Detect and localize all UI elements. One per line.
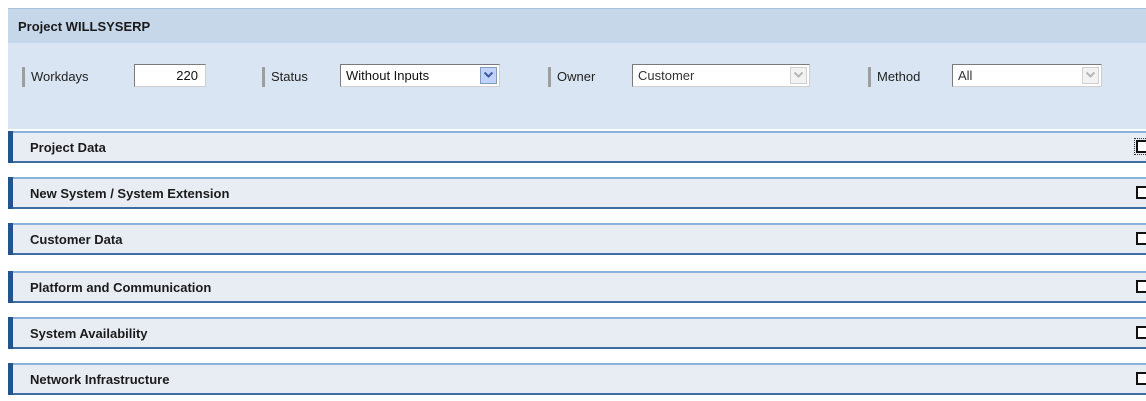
section-title: Platform and Communication (30, 280, 212, 295)
project-title: Project WILLSYSERP (18, 19, 151, 34)
method-label: Method (877, 69, 921, 84)
owner-select[interactable]: Customer (632, 64, 810, 87)
section-title: Customer Data (30, 232, 123, 247)
section-accent (8, 177, 13, 209)
chevron-down-icon[interactable] (480, 67, 497, 84)
workdays-input[interactable]: 220 (134, 64, 206, 87)
filter-separator (262, 67, 265, 87)
filter-separator (868, 67, 871, 87)
expand-toggle-icon[interactable] (1136, 186, 1146, 199)
status-filter: Status Without Inputs (262, 62, 508, 91)
expand-toggle-icon[interactable] (1136, 232, 1146, 245)
section-accent (8, 363, 13, 395)
expand-toggle-icon[interactable] (1136, 326, 1146, 339)
filter-separator (548, 67, 551, 87)
section-platform-communication[interactable]: Platform and Communication (8, 271, 1146, 303)
status-select[interactable]: Without Inputs (340, 64, 500, 87)
filter-separator (22, 67, 25, 87)
section-title: System Availability (30, 326, 148, 341)
expand-toggle-icon[interactable] (1134, 138, 1146, 155)
section-title: Network Infrastructure (30, 372, 170, 387)
method-filter: Method All (868, 62, 1108, 91)
chevron-down-icon[interactable] (790, 67, 807, 84)
section-system-availability[interactable]: System Availability (8, 317, 1146, 349)
owner-filter: Owner Customer (548, 62, 818, 91)
chevron-down-icon[interactable] (1082, 67, 1099, 84)
owner-label: Owner (557, 69, 596, 84)
section-customer-data[interactable]: Customer Data (8, 223, 1146, 255)
section-project-data[interactable]: Project Data (8, 131, 1146, 163)
workdays-label: Workdays (31, 69, 89, 84)
status-select-value: Without Inputs (346, 68, 430, 83)
expand-toggle-icon[interactable] (1136, 280, 1146, 293)
method-select-value: All (958, 68, 973, 83)
project-title-bar: Project WILLSYSERP (8, 8, 1146, 43)
section-accent (8, 317, 13, 349)
section-accent (8, 271, 13, 303)
method-select[interactable]: All (952, 64, 1102, 87)
section-new-system[interactable]: New System / System Extension (8, 177, 1146, 209)
section-title: Project Data (30, 140, 106, 155)
section-title: New System / System Extension (30, 186, 230, 201)
project-panel: Project WILLSYSERP Workdays 220 Status W… (8, 8, 1146, 401)
expand-toggle-icon[interactable] (1136, 372, 1146, 385)
owner-select-value: Customer (638, 68, 695, 83)
workdays-filter: Workdays 220 (22, 62, 212, 91)
section-accent (8, 131, 13, 163)
section-network-infrastructure[interactable]: Network Infrastructure (8, 363, 1146, 395)
section-accent (8, 223, 13, 255)
status-label: Status (271, 69, 308, 84)
filter-bar: Workdays 220 Status Without Inputs Owner… (8, 43, 1146, 129)
